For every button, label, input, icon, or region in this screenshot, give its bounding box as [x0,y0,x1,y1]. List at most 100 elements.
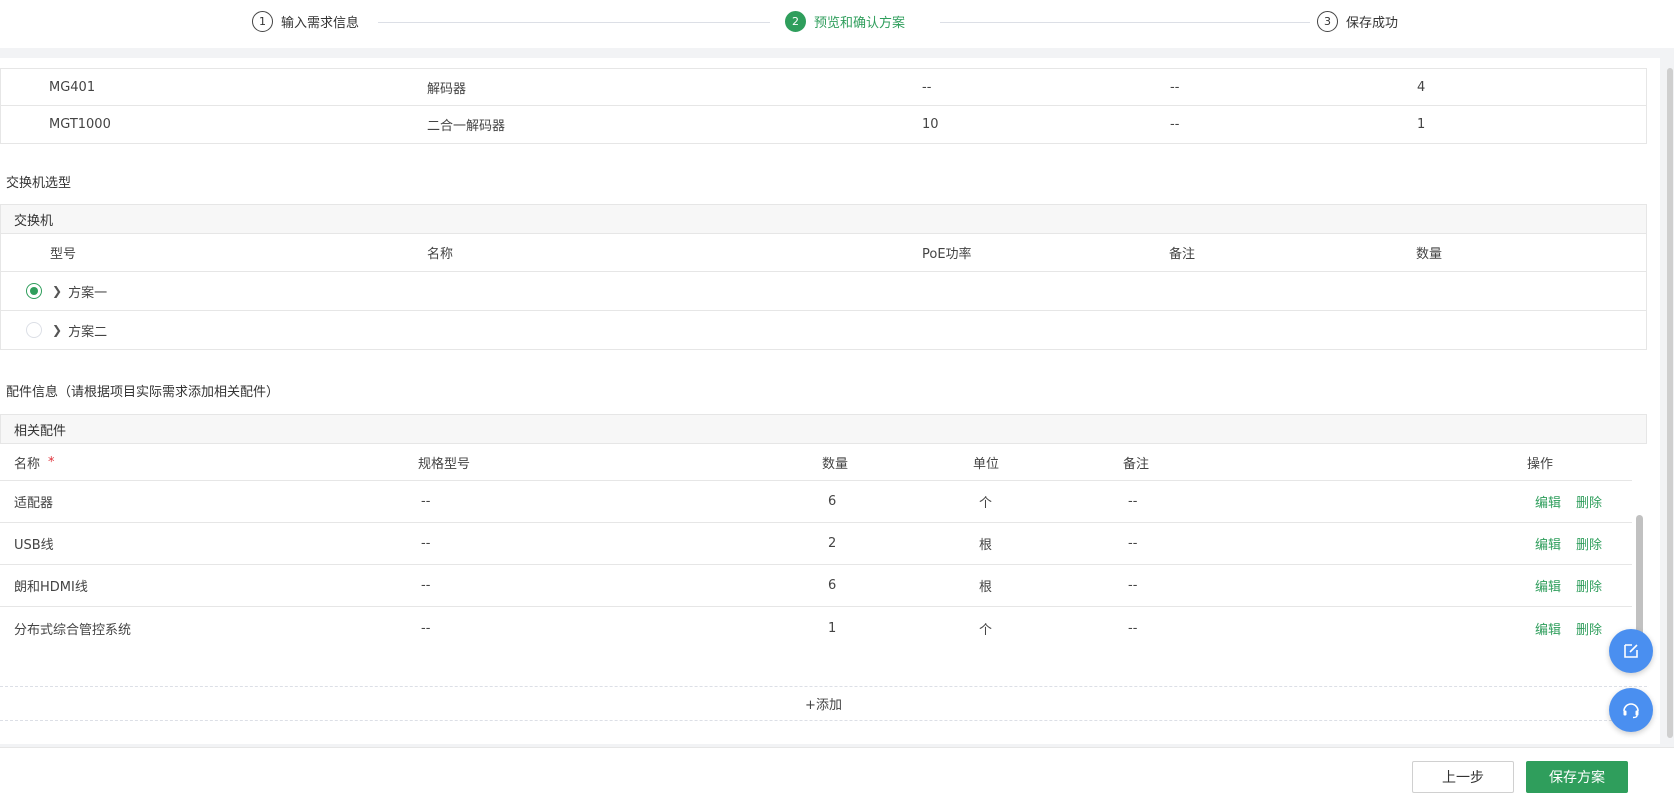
step-2-label: 预览和确认方案 [814,16,906,31]
accessory-group-header: 相关配件 [0,414,1647,444]
cell-unit: 根 [979,538,993,553]
cell-remark: -- [1170,79,1180,95]
delete-link[interactable]: 删除 [1576,534,1602,553]
option-cell: ❯ 方案二 [26,311,107,349]
step-1-number: 1 [252,11,273,32]
table-row: MG401 解码器 -- -- 4 [0,68,1647,106]
cell-qty: 6 [828,578,837,593]
cell-spec: -- [421,536,431,551]
option-radio-1[interactable] [26,283,42,299]
header-remark: 备注 [1123,456,1150,472]
cell-name: 适配器 [14,496,54,511]
cell-unit: 根 [979,580,993,595]
header-action: 操作 [1527,456,1554,472]
row-actions: 编辑 删除 [1520,481,1602,522]
delete-link[interactable]: 删除 [1576,619,1602,638]
step-3: 3 保存成功 [1317,11,1398,32]
edit-link[interactable]: 编辑 [1535,619,1561,638]
header-unit: 单位 [973,456,1000,472]
cell-spec: -- [421,620,431,636]
chevron-right-icon[interactable]: ❯ [52,323,62,337]
edit-link[interactable]: 编辑 [1535,492,1561,511]
cell-remark: -- [1128,578,1138,593]
table-row: MGT1000 二合一解码器 10 -- 1 [0,106,1647,144]
steps-bar: 1 输入需求信息 2 预览和确认方案 3 保存成功 [0,0,1674,48]
header-name-label: 名称 [14,456,41,472]
cell-poe: 10 [922,117,939,132]
table-clip-mask [0,673,1647,686]
accessory-section-title: 配件信息（请根据项目实际需求添加相关配件） [6,385,280,400]
cell-model: MGT1000 [49,117,111,132]
main-panel: MG401 解码器 -- -- 4 MGT1000 二合一解码器 10 -- 1… [0,58,1660,744]
step-divider [940,22,1310,23]
header-name: 名称 [427,247,454,262]
window-scrollbar[interactable] [1667,68,1673,738]
cell-remark: -- [1128,620,1138,636]
row-actions: 编辑 删除 [1520,565,1602,606]
delete-link[interactable]: 删除 [1576,492,1602,511]
header-remark: 备注 [1169,247,1196,262]
header-name: 名称 * [14,444,55,480]
option-label: 方案二 [68,324,108,340]
switch-table-header: 型号 名称 PoE功率 备注 数量 [0,234,1647,272]
cell-spec: -- [421,578,431,593]
step-2: 2 预览和确认方案 [785,11,905,32]
step-3-label: 保存成功 [1346,16,1399,31]
table-row: 朗和HDMI线 -- 6 根 -- 编辑 删除 [0,565,1632,607]
switch-option-row[interactable]: ❯ 方案二 [0,311,1647,350]
chevron-right-icon[interactable]: ❯ [52,284,62,298]
switch-group-header: 交换机 [0,204,1647,234]
switch-section-title: 交换机选型 [6,176,72,191]
delete-link[interactable]: 删除 [1576,576,1602,595]
cell-remark: -- [1128,536,1138,551]
switch-option-row[interactable]: ❯ 方案一 [0,272,1647,311]
add-accessory-button[interactable]: +添加 [0,686,1647,721]
edit-icon [1624,644,1638,658]
cell-remark: -- [1170,117,1180,132]
footer-bar: 上一步 保存方案 [0,747,1674,802]
accessory-table-header: 名称 * 规格型号 数量 单位 备注 操作 [0,444,1632,481]
table-row: USB线 -- 2 根 -- 编辑 删除 [0,523,1632,565]
option-cell: ❯ 方案一 [26,272,107,310]
cell-poe: -- [922,79,932,95]
edit-link[interactable]: 编辑 [1535,576,1561,595]
step-2-number: 2 [785,11,806,32]
support-fab[interactable] [1609,688,1653,732]
cell-spec: -- [421,494,431,509]
cell-qty: 1 [828,620,837,636]
step-3-number: 3 [1317,11,1338,32]
cell-unit: 个 [979,496,993,511]
header-qty: 数量 [1416,247,1443,262]
save-plan-button[interactable]: 保存方案 [1526,761,1628,793]
cell-qty: 1 [1417,117,1426,132]
step-1: 1 输入需求信息 [252,11,359,32]
header-model: 型号 [50,247,77,262]
option-label: 方案一 [68,285,108,301]
edit-link[interactable]: 编辑 [1535,534,1561,553]
cell-name: USB线 [14,538,54,553]
table-row: 适配器 -- 6 个 -- 编辑 删除 [0,481,1632,523]
header-poe: PoE功率 [922,247,972,262]
table-row: 分布式综合管控系统 -- 1 个 -- 编辑 删除 [0,607,1632,649]
required-mark: * [48,454,55,470]
cell-name: 朗和HDMI线 [14,580,88,595]
row-actions: 编辑 删除 [1520,607,1602,649]
cell-qty: 4 [1417,79,1426,95]
step-divider [378,22,770,23]
cell-remark: -- [1128,494,1138,509]
step-1-label: 输入需求信息 [281,16,360,31]
cell-qty: 2 [828,536,837,551]
cell-model: MG401 [49,79,96,95]
cell-unit: 个 [979,622,993,638]
row-actions: 编辑 删除 [1520,523,1602,564]
headset-icon [1623,703,1639,719]
cell-name: 分布式综合管控系统 [14,622,132,638]
previous-step-button[interactable]: 上一步 [1412,761,1514,793]
header-spec: 规格型号 [418,456,471,472]
cell-name: 解码器 [427,81,467,97]
cell-qty: 6 [828,494,837,509]
option-radio-2[interactable] [26,322,42,338]
cell-name: 二合一解码器 [427,119,506,134]
edit-fab[interactable] [1609,629,1653,673]
header-qty: 数量 [822,456,849,472]
